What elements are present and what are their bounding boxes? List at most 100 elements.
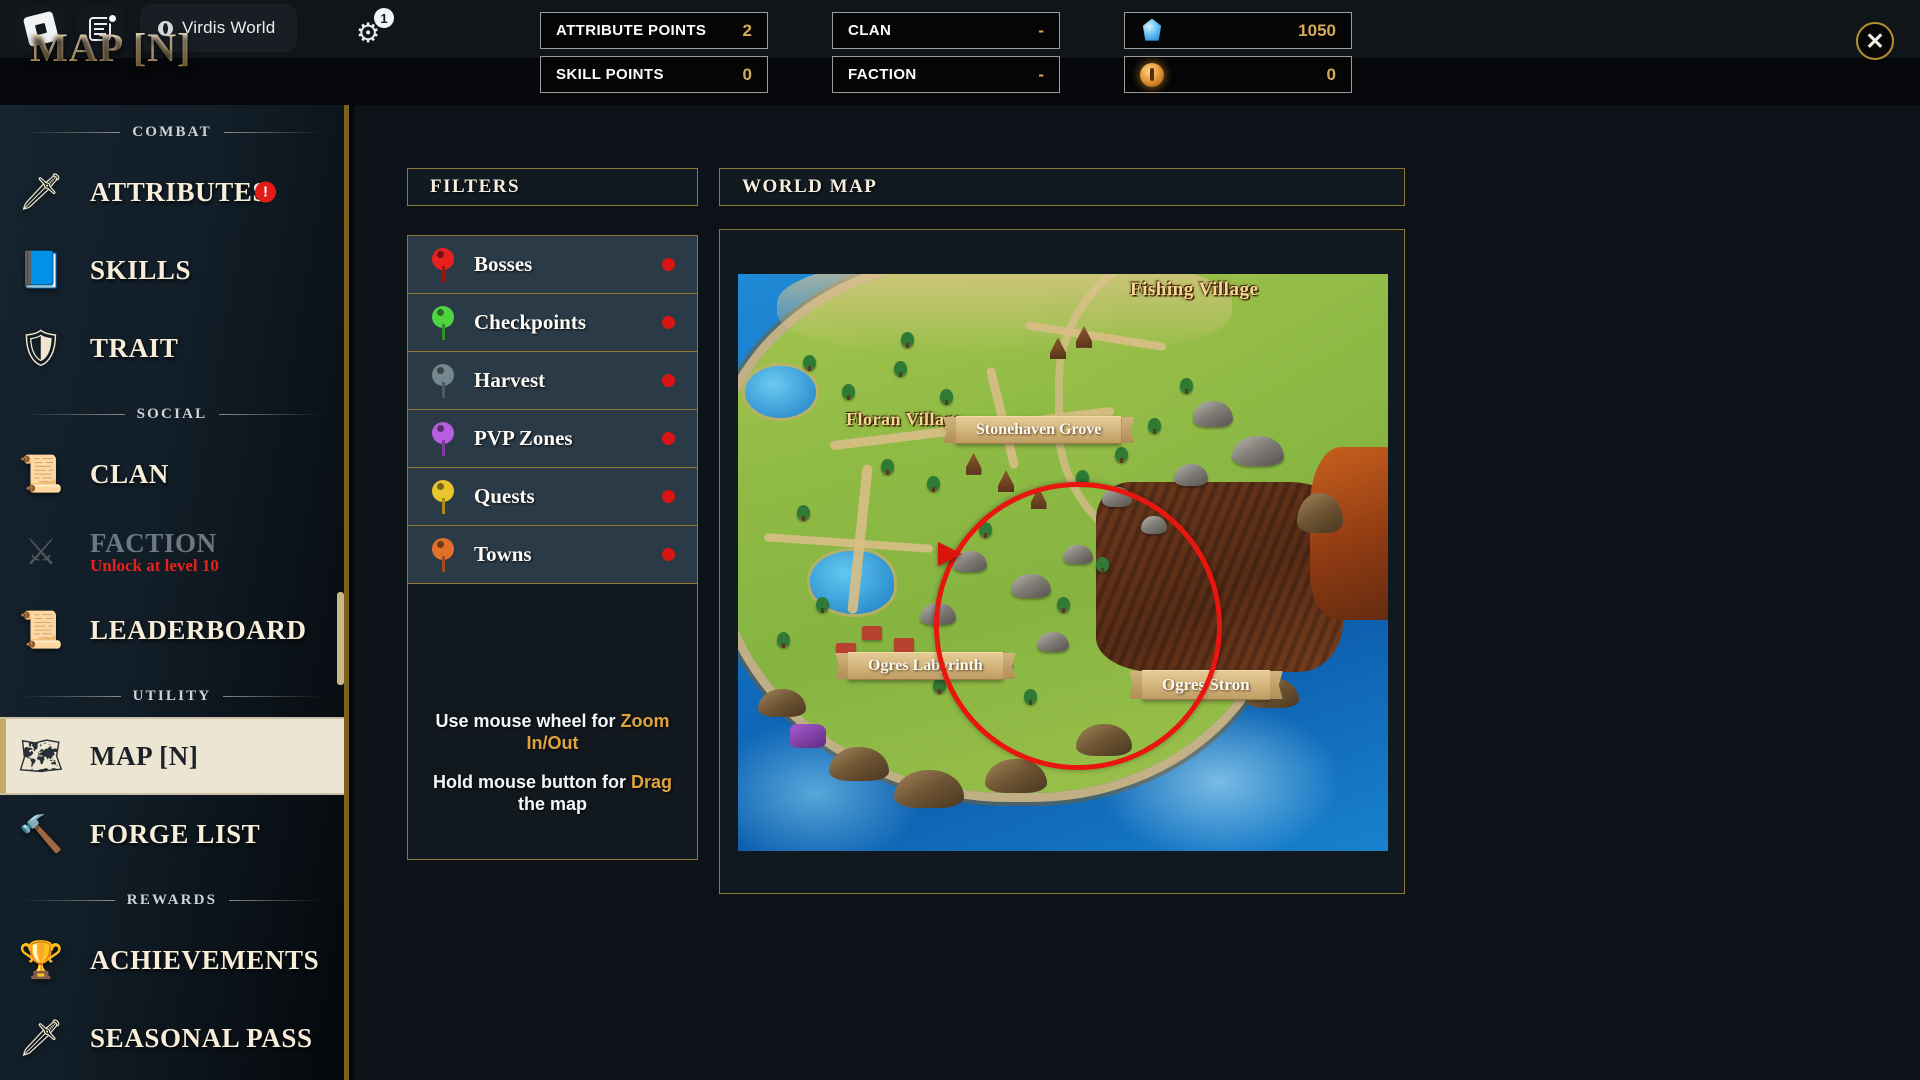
- map-tree: [1180, 377, 1193, 394]
- sidebar-item-label: MAP [N]: [90, 740, 199, 771]
- sidebar-item-seasonal-pass[interactable]: 🗡 SEASONAL PASS: [0, 999, 344, 1077]
- stat-column-points: ATTRIBUTE POINTS 2 SKILL POINTS 0: [540, 12, 768, 93]
- sword-pass-icon: 🗡: [18, 1017, 64, 1058]
- stat-label: ATTRIBUTE POINTS: [556, 22, 707, 39]
- filters-body: Bosses Checkpoints Harvest PVP Zones Que…: [407, 235, 698, 860]
- sidebar-section-combat: COMBAT: [0, 111, 344, 153]
- map-label-fishing-village: Fishing Village: [1130, 279, 1259, 300]
- sidebar-section-utility: UTILITY: [0, 675, 344, 717]
- stat-value: 2: [742, 20, 752, 40]
- filter-toggle-checkpoints[interactable]: [662, 316, 675, 329]
- map-controls-hints: Use mouse wheel for Zoom In/Out Hold mou…: [408, 711, 697, 859]
- sidebar-item-skills[interactable]: 📘 SKILLS: [0, 231, 344, 309]
- hint-drag-highlight: Drag: [630, 772, 672, 793]
- sidebar-item-map[interactable]: 🗺 MAP [N]: [0, 717, 344, 795]
- sidebar-item-leaderboard[interactable]: 📜 LEADERBOARD: [0, 591, 344, 669]
- filter-toggle-bosses[interactable]: [662, 258, 675, 271]
- pin-icon-checkpoints: [432, 305, 454, 340]
- sidebar-item-label: LEADERBOARD: [90, 614, 307, 645]
- map-building: [861, 625, 882, 640]
- map-building: [894, 637, 914, 652]
- stat-value: 0: [742, 64, 752, 84]
- filter-row-pvp-zones[interactable]: PVP Zones: [408, 410, 697, 468]
- stat-faction: FACTION -: [832, 56, 1060, 93]
- map-banner-stonehaven-grove: Stonehaven Grove: [956, 416, 1122, 444]
- hint-drag-pre: Hold mouse button for: [433, 772, 631, 793]
- section-title: UTILITY: [132, 687, 212, 704]
- sidebar-item-clan[interactable]: 📜 CLAN: [0, 435, 344, 513]
- player-radius-circle: [934, 482, 1222, 770]
- sidebar-item-forge-list[interactable]: 🔨 FORGE LIST: [0, 795, 344, 873]
- page-title: MAP [N]: [30, 25, 192, 70]
- map-volcano-region: [1310, 447, 1388, 621]
- currency-value: 1050: [1298, 20, 1336, 40]
- filter-row-quests[interactable]: Quests: [408, 468, 697, 526]
- pin-icon-quests: [432, 479, 454, 514]
- stat-column-currency: 1050 0: [1124, 12, 1352, 93]
- sidebar-item-attributes[interactable]: 🗡 ATTRIBUTES !: [0, 153, 344, 231]
- pin-icon-towns: [432, 537, 454, 572]
- map-lake-north: [744, 366, 816, 419]
- stat-attribute-points: ATTRIBUTE POINTS 2: [540, 12, 768, 49]
- map-tree: [777, 631, 790, 648]
- world-map-canvas[interactable]: Fishing Village Floran Village Stonehave…: [738, 274, 1388, 851]
- section-title: COMBAT: [132, 123, 212, 140]
- gear-icon[interactable]: ⚙ 1: [352, 8, 394, 50]
- hint-zoom: Use mouse wheel for Zoom In/Out: [424, 711, 681, 755]
- map-purple-structure: [790, 724, 826, 749]
- filters-header: FILTERS: [407, 168, 698, 206]
- map-tree: [1115, 447, 1128, 464]
- sidebar-section-rewards: REWARDS: [0, 879, 344, 921]
- world-map-panel: WORLD MAP Fishing Village Floran Village…: [719, 168, 1405, 894]
- filter-row-checkpoints[interactable]: Checkpoints: [408, 294, 697, 352]
- map-tree: [816, 597, 829, 614]
- map-tree: [900, 331, 914, 348]
- map-tree: [842, 383, 855, 400]
- filter-row-towns[interactable]: Towns: [408, 526, 697, 584]
- sidebar-item-label: FORGE LIST: [90, 818, 261, 849]
- sidebar-item-lock-note: Unlock at level 10: [90, 556, 219, 575]
- filter-row-bosses[interactable]: Bosses: [408, 236, 697, 294]
- sidebar-item-label: SKILLS: [90, 254, 192, 285]
- main-content: FILTERS Bosses Checkpoints Harvest PVP Z…: [354, 105, 1920, 1080]
- sidebar-item-achievements[interactable]: 🏆 ACHIEVEMENTS: [0, 921, 344, 999]
- sidebar-item-label: SEASONAL PASS: [90, 1022, 313, 1053]
- chat-notification-dot: [107, 13, 118, 24]
- helmet-icon: ⚔: [24, 531, 58, 572]
- filter-toggle-quests[interactable]: [662, 490, 675, 503]
- sidebar-item-label: TRAIT: [90, 332, 179, 363]
- pin-icon-pvp-zones: [432, 421, 454, 456]
- close-button[interactable]: ✕: [1856, 22, 1894, 60]
- filter-row-harvest[interactable]: Harvest: [408, 352, 697, 410]
- status-badge: !: [255, 181, 276, 203]
- pin-icon-harvest: [432, 363, 454, 398]
- map-tree: [1147, 418, 1161, 435]
- sidebar-item-faction[interactable]: ⚔ FACTION Unlock at level 10: [0, 513, 344, 591]
- section-title: SOCIAL: [136, 405, 208, 422]
- filter-toggle-pvp-zones[interactable]: [662, 432, 675, 445]
- hammer-icon: 🔨: [18, 813, 64, 854]
- hint-drag: Hold mouse button for Drag the map: [424, 772, 681, 816]
- gem-icon: [1142, 18, 1162, 41]
- map-tree: [803, 354, 816, 371]
- currency-gems: 1050: [1124, 12, 1352, 49]
- filter-label: Bosses: [474, 252, 533, 276]
- sidebar-item-label: CLAN: [90, 458, 169, 489]
- filters-header-label: FILTERS: [430, 176, 521, 197]
- map-mountain: [1173, 464, 1208, 487]
- filter-toggle-towns[interactable]: [662, 548, 675, 561]
- stat-value: -: [1038, 20, 1044, 40]
- map-tree: [939, 389, 953, 406]
- map-tree: [796, 504, 810, 521]
- stat-label: SKILL POINTS: [556, 66, 664, 83]
- sidebar-item-trait[interactable]: 🛡 TRAIT: [0, 309, 344, 387]
- world-map-frame: Fishing Village Floran Village Stonehave…: [719, 229, 1405, 894]
- sidebar-item-label: ACHIEVEMENTS: [90, 944, 320, 975]
- armor-icon: 🛡: [18, 327, 64, 368]
- filter-toggle-harvest[interactable]: [662, 374, 675, 387]
- sidebar-item-label: FACTION: [90, 528, 217, 558]
- sword-icon: 🗡: [18, 171, 64, 212]
- sidebar-scrollbar-thumb[interactable]: [337, 592, 344, 685]
- filter-label: Towns: [474, 542, 532, 566]
- filters-panel: FILTERS Bosses Checkpoints Harvest PVP Z…: [407, 168, 698, 860]
